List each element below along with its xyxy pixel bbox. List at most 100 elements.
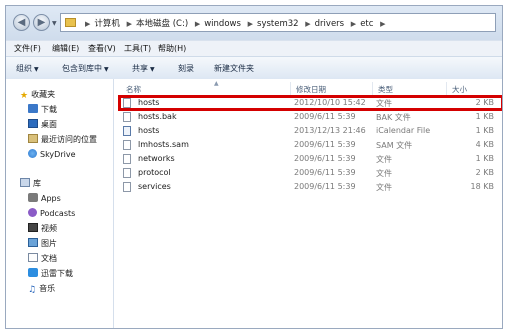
file-date: 2009/6/11 5:39 <box>294 168 356 177</box>
file-row[interactable]: hosts 2013/12/13 21:46 iCalendar File 1 … <box>120 125 500 137</box>
library-icon <box>20 178 30 187</box>
column-divider[interactable] <box>446 82 447 95</box>
nav-recent-label: 最近访问的位置 <box>41 135 97 144</box>
chevron-right-icon: ▶ <box>380 20 386 28</box>
column-modified[interactable]: 修改日期 <box>296 84 326 95</box>
back-button[interactable]: ◀ <box>13 14 30 31</box>
organize-button[interactable]: 组织 ▼ <box>16 63 39 74</box>
chevron-down-icon: ▼ <box>150 66 155 73</box>
file-type: 文件 <box>376 169 392 178</box>
share-button[interactable]: 共享 ▼ <box>132 63 155 74</box>
file-name: protocol <box>138 168 171 177</box>
star-icon: ★ <box>20 91 29 101</box>
file-icon <box>123 112 131 122</box>
file-name: services <box>138 182 171 191</box>
file-date: 2009/6/11 5:39 <box>294 154 356 163</box>
file-name: networks <box>138 154 175 163</box>
menu-file[interactable]: 文件(F) <box>14 43 41 54</box>
command-bar: 组织 ▼ 包含到库中 ▼ 共享 ▼ 刻录 新建文件夹 <box>6 56 502 80</box>
file-row[interactable]: lmhosts.sam 2009/6/11 5:39 SAM 文件 4 KB <box>120 139 500 151</box>
nav-pictures[interactable]: 图片 <box>28 238 57 250</box>
file-type: SAM 文件 <box>376 141 413 150</box>
picture-icon <box>28 238 38 247</box>
nav-favorites-label: 收藏夹 <box>31 90 56 99</box>
breadcrumb-computer[interactable]: 计算机 <box>94 19 120 29</box>
nav-documents[interactable]: 文档 <box>28 253 57 265</box>
breadcrumb: ▶ 计算机 ▶ 本地磁盘 (C:) ▶ windows ▶ system32 ▶ driv… <box>81 17 390 29</box>
address-bar[interactable]: ▶ 计算机 ▶ 本地磁盘 (C:) ▶ windows ▶ system32 ▶ driv… <box>60 13 496 32</box>
nav-favorites[interactable]: ★ 收藏夹 <box>20 89 55 101</box>
menu-edit[interactable]: 编辑(E) <box>52 43 79 54</box>
file-date: 2009/6/11 5:39 <box>294 182 356 191</box>
nav-apps-label: Apps <box>41 194 61 203</box>
column-type[interactable]: 类型 <box>378 84 393 95</box>
nav-podcasts-label: Podcasts <box>40 209 76 218</box>
nav-desktop-label: 桌面 <box>41 120 57 129</box>
nav-xunlei-label: 迅雷下载 <box>41 269 73 278</box>
skydrive-icon <box>28 149 37 158</box>
menu-tools[interactable]: 工具(T) <box>124 43 151 54</box>
desktop-icon <box>28 119 38 128</box>
file-size: 4 KB <box>475 140 494 149</box>
breadcrumb-drivers[interactable]: drivers <box>315 19 344 29</box>
file-date: 2012/10/10 15:42 <box>294 98 366 107</box>
chevron-right-icon: ▶ <box>350 20 357 28</box>
breadcrumb-system32[interactable]: system32 <box>257 19 299 29</box>
file-row[interactable]: protocol 2009/6/11 5:39 文件 2 KB <box>120 167 500 179</box>
breadcrumb-local-disk[interactable]: 本地磁盘 (C:) <box>136 19 188 29</box>
menu-view[interactable]: 查看(V) <box>88 43 116 54</box>
nav-downloads-label: 下载 <box>41 105 57 114</box>
file-icon <box>123 140 131 150</box>
file-name: lmhosts.sam <box>138 140 189 149</box>
nav-videos[interactable]: 视频 <box>28 223 57 235</box>
include-in-library-button[interactable]: 包含到库中 ▼ <box>62 63 109 74</box>
new-folder-button[interactable]: 新建文件夹 <box>214 63 254 74</box>
recent-pages-dropdown[interactable]: ▼ <box>52 20 57 27</box>
chevron-right-icon: ▶ <box>126 20 132 28</box>
nav-skydrive-label: SkyDrive <box>40 150 76 159</box>
file-name: hosts <box>138 98 160 107</box>
file-icon <box>123 154 131 164</box>
explorer-window: ◀ ▶ ▼ ▶ 计算机 ▶ 本地磁盘 (C:) ▶ windows ▶ system32… <box>5 5 503 329</box>
file-row[interactable]: hosts.bak 2009/6/11 5:39 BAK 文件 1 KB <box>120 111 500 123</box>
nav-desktop[interactable]: 桌面 <box>28 119 57 131</box>
file-size: 1 KB <box>475 112 494 121</box>
chevron-right-icon: ▶ <box>85 20 91 28</box>
nav-downloads[interactable]: 下载 <box>28 104 57 116</box>
column-name[interactable]: 名称 <box>126 84 141 95</box>
column-divider[interactable] <box>290 82 291 95</box>
file-type: BAK 文件 <box>376 113 411 122</box>
breadcrumb-windows[interactable]: windows <box>204 19 241 29</box>
file-type: iCalendar File <box>376 126 431 135</box>
file-size: 1 KB <box>475 154 494 163</box>
video-icon <box>28 223 38 232</box>
nav-xunlei[interactable]: 迅雷下载 <box>28 268 73 280</box>
burn-button[interactable]: 刻录 <box>178 63 194 74</box>
file-row[interactable]: networks 2009/6/11 5:39 文件 1 KB <box>120 153 500 165</box>
podcast-icon <box>28 208 37 217</box>
chevron-right-icon: ▶ <box>194 20 201 28</box>
column-size[interactable]: 大小 <box>452 84 467 95</box>
column-divider[interactable] <box>372 82 373 95</box>
file-icon <box>123 98 131 108</box>
nav-apps[interactable]: Apps <box>28 193 61 205</box>
nav-skydrive[interactable]: SkyDrive <box>28 149 76 161</box>
file-icon <box>123 182 131 192</box>
address-row: ◀ ▶ ▼ ▶ 计算机 ▶ 本地磁盘 (C:) ▶ windows ▶ system32… <box>6 6 502 40</box>
download-folder-icon <box>28 104 38 113</box>
include-label: 包含到库中 <box>62 64 102 73</box>
nav-music-label: 音乐 <box>39 284 56 293</box>
nav-music[interactable]: ♫ 音乐 <box>28 283 55 295</box>
menu-help[interactable]: 帮助(H) <box>158 43 186 54</box>
file-row[interactable]: hosts 2012/10/10 15:42 文件 2 KB <box>120 97 500 109</box>
file-row[interactable]: services 2009/6/11 5:39 文件 18 KB <box>120 181 500 193</box>
nav-recent-places[interactable]: 最近访问的位置 <box>28 134 97 146</box>
breadcrumb-etc[interactable]: etc <box>360 19 373 29</box>
nav-libraries[interactable]: 库 <box>20 178 41 190</box>
recent-places-icon <box>28 134 38 143</box>
burn-label: 刻录 <box>178 64 194 73</box>
nav-podcasts[interactable]: Podcasts <box>28 208 75 220</box>
forward-button[interactable]: ▶ <box>33 14 50 31</box>
file-date: 2009/6/11 5:39 <box>294 140 356 149</box>
file-size: 1 KB <box>475 126 494 135</box>
